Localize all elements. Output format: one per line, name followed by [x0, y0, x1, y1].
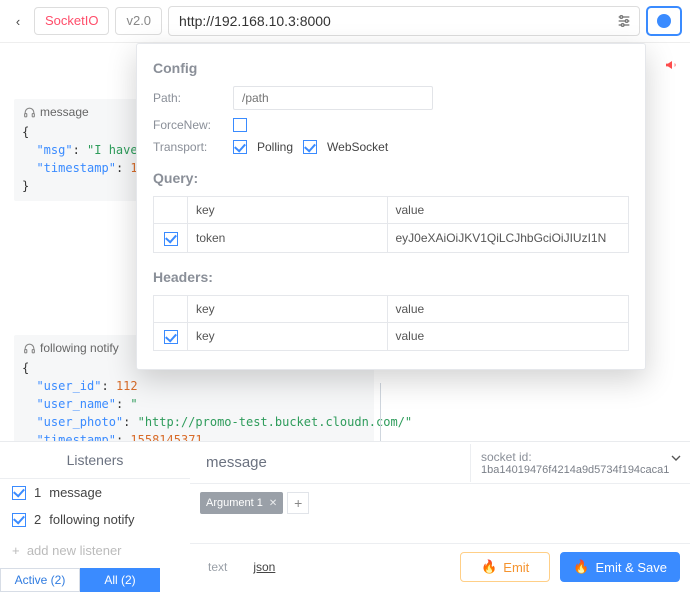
- url-input-wrap: [168, 6, 640, 36]
- listener-count: 1: [34, 485, 41, 500]
- polling-label: Polling: [257, 140, 293, 154]
- back-button[interactable]: ‹: [8, 10, 28, 33]
- protocol-chip[interactable]: SocketIO: [34, 7, 109, 35]
- listener-count: 2: [34, 512, 41, 527]
- add-argument-button[interactable]: +: [287, 492, 309, 514]
- col-value: value: [387, 295, 629, 322]
- forcenew-label: ForceNew:: [153, 118, 223, 132]
- connect-toggle[interactable]: [646, 6, 682, 36]
- tab-active[interactable]: Active (2): [0, 568, 80, 592]
- headphones-icon: [22, 341, 36, 355]
- headers-heading: Headers:: [153, 269, 629, 285]
- websocket-label: WebSocket: [327, 140, 388, 154]
- listener-item[interactable]: 2 following notify: [0, 506, 190, 533]
- message-event-name: following notify: [40, 341, 119, 355]
- fire-icon: 🔥: [481, 559, 497, 575]
- polling-checkbox[interactable]: [233, 140, 247, 154]
- url-input[interactable]: [175, 9, 615, 33]
- message-event-name: message: [40, 105, 89, 119]
- transport-label: Transport:: [153, 140, 223, 154]
- col-key: key: [188, 295, 388, 322]
- emit-pane: message socket id: 1ba14019476f4214a9d57…: [190, 441, 690, 592]
- headphones-icon: [22, 105, 36, 119]
- query-key-cell[interactable]: token: [188, 224, 388, 253]
- websocket-checkbox[interactable]: [303, 140, 317, 154]
- table-row[interactable]: key value: [154, 322, 629, 351]
- headers-value-cell[interactable]: value: [387, 322, 629, 351]
- emit-button-label: Emit: [503, 560, 529, 575]
- emit-event-input[interactable]: message: [190, 442, 470, 483]
- emit-button[interactable]: 🔥 Emit: [460, 552, 550, 582]
- listener-checkbox[interactable]: [12, 513, 26, 527]
- close-icon[interactable]: ✕: [269, 498, 277, 509]
- add-listener-placeholder: add new listener: [27, 543, 122, 558]
- sliders-icon[interactable]: [615, 12, 633, 30]
- version-select[interactable]: v2.0: [115, 7, 162, 35]
- query-table: key value token eyJ0eXAiOiJKV1QiLCJhbGci…: [153, 196, 629, 253]
- config-panel: Config Path: ForceNew: Transport: Pollin…: [136, 43, 646, 370]
- plus-icon: +: [12, 543, 20, 558]
- col-key: key: [188, 197, 388, 224]
- table-header-row: key value: [154, 197, 629, 224]
- add-listener-input[interactable]: + add new listener: [0, 533, 190, 568]
- table-row[interactable]: token eyJ0eXAiOiJKV1QiLCJhbGciOiJIUzI1N: [154, 224, 629, 253]
- path-label: Path:: [153, 91, 223, 105]
- col-value: value: [387, 197, 629, 224]
- query-heading: Query:: [153, 170, 629, 186]
- query-value-cell[interactable]: eyJ0eXAiOiJKV1QiLCJhbGciOiJIUzI1N: [387, 224, 629, 253]
- argument-chip[interactable]: Argument 1 ✕: [200, 492, 283, 514]
- listener-checkbox[interactable]: [12, 486, 26, 500]
- socket-id-value: 1ba14019476f4214a9d5734f194caca1: [481, 464, 680, 476]
- chevron-down-icon[interactable]: [668, 450, 684, 469]
- socket-id-label: socket id:: [481, 450, 680, 464]
- announce-icon[interactable]: [658, 54, 680, 76]
- headers-key-cell[interactable]: key: [188, 322, 388, 351]
- listeners-heading: Listeners: [0, 442, 190, 479]
- mode-json[interactable]: json: [245, 558, 283, 576]
- row-enable-checkbox[interactable]: [164, 330, 178, 344]
- config-heading: Config: [153, 60, 629, 76]
- tab-all[interactable]: All (2): [80, 568, 160, 592]
- row-enable-checkbox[interactable]: [164, 232, 178, 246]
- socket-id-box[interactable]: socket id: 1ba14019476f4214a9d5734f194ca…: [470, 444, 690, 482]
- listener-label: message: [49, 485, 102, 500]
- emit-save-button[interactable]: 🔥 Emit & Save: [560, 552, 680, 582]
- mode-text[interactable]: text: [200, 558, 235, 576]
- emit-save-button-label: Emit & Save: [595, 560, 667, 575]
- status-dot-icon: [657, 14, 671, 28]
- headers-table: key value key value: [153, 295, 629, 352]
- table-header-row: key value: [154, 295, 629, 322]
- argument-label: Argument 1: [206, 497, 263, 509]
- listeners-pane: Listeners 1 message 2 following notify +…: [0, 441, 190, 592]
- fire-icon: 🔥: [573, 559, 589, 575]
- listener-label: following notify: [49, 512, 134, 527]
- forcenew-checkbox[interactable]: [233, 118, 247, 132]
- path-input[interactable]: [233, 86, 433, 110]
- listener-item[interactable]: 1 message: [0, 479, 190, 506]
